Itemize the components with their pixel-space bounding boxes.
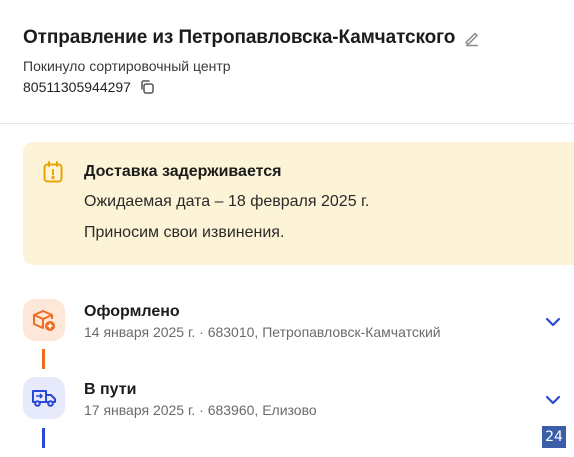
page-title: Отправление из Петропавловска-Камчатског…	[23, 27, 456, 48]
chevron-down-icon[interactable]	[542, 389, 564, 411]
package-add-icon	[23, 299, 65, 341]
step-meta: 17 января 2025 г. · 683960, Елизово	[84, 402, 317, 418]
step-meta: 14 января 2025 г. · 683010, Петропавловс…	[84, 324, 441, 340]
alert-expected-date: Ожидаемая дата – 18 февраля 2025 г.	[84, 193, 370, 210]
timeline-connector	[42, 349, 45, 369]
alert-apology: Приносим свои извинения.	[84, 224, 285, 241]
step-title: Оформлено	[84, 303, 180, 320]
step-title: В пути	[84, 381, 137, 398]
edit-pencil-icon[interactable]	[463, 29, 481, 47]
shipment-status-text: Покинуло сортировочный центр	[23, 58, 231, 74]
tracking-row: 80511305944297	[23, 79, 155, 95]
delivery-delay-alert: Доставка задерживается Ожидаемая дата – …	[23, 142, 574, 265]
tracking-number: 80511305944297	[23, 79, 131, 95]
header-divider	[0, 123, 574, 124]
timeline-connector	[42, 428, 45, 448]
shipment-header: Отправление из Петропавловска-Камчатског…	[23, 24, 574, 95]
timeline-step-in-transit[interactable]: В пути 17 января 2025 г. · 683960, Елизо…	[23, 377, 574, 423]
chevron-down-icon[interactable]	[542, 311, 564, 333]
corner-badge: 24	[542, 426, 566, 448]
alert-title: Доставка задерживается	[84, 163, 282, 180]
calendar-warning-icon	[43, 161, 63, 183]
truck-icon	[23, 377, 65, 419]
copy-icon[interactable]	[139, 79, 155, 95]
timeline-step-registered[interactable]: Оформлено 14 января 2025 г. · 683010, Пе…	[23, 299, 574, 345]
